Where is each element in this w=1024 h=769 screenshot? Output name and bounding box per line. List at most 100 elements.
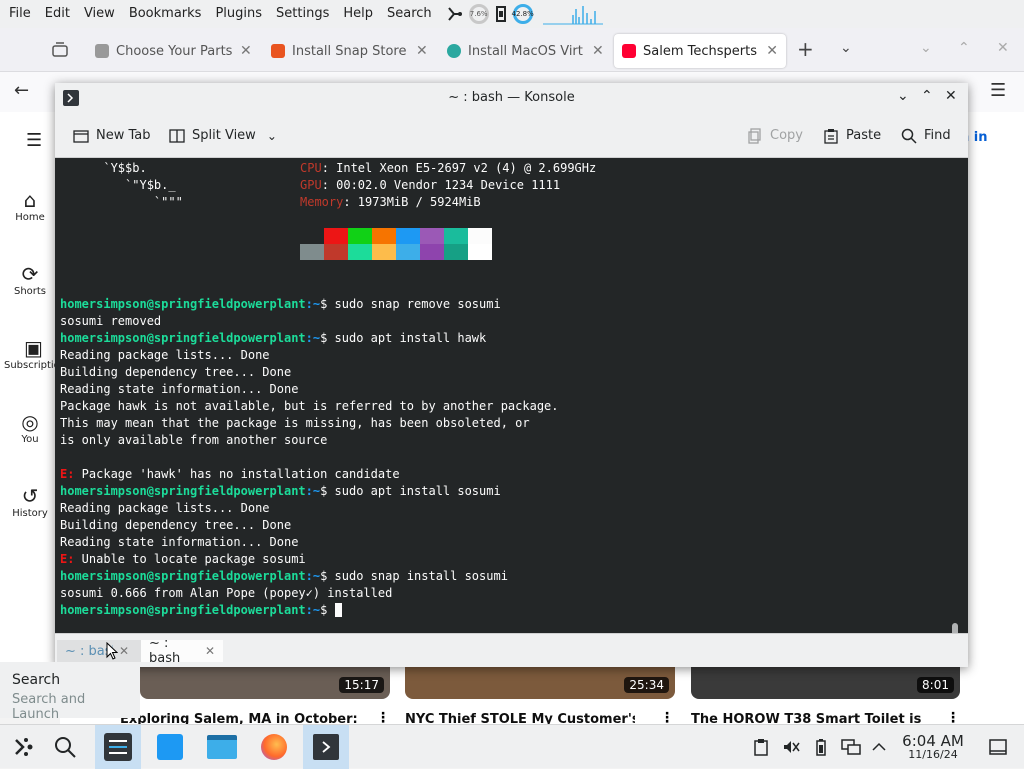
show-desktop-icon[interactable] [986, 725, 1010, 769]
terminal-cursor [334, 603, 342, 617]
menu-help[interactable]: Help [336, 0, 380, 28]
konsole-tab[interactable]: ~ : bash ✕ [141, 636, 223, 666]
sidebar-item-shorts[interactable]: ⟳ Shorts [0, 262, 60, 297]
sidebar-item-home[interactable]: ⌂ Home [0, 188, 60, 223]
minimize-icon[interactable]: ⌄ [920, 40, 932, 56]
copy-button[interactable]: Copy [747, 113, 803, 158]
chevron-down-icon: ⌄ [266, 128, 277, 143]
prompt-user: homersimpson@springfieldpowerplant [60, 331, 306, 345]
chevron-up-icon[interactable] [868, 725, 890, 769]
video-thumbnail[interactable]: 25:34 [405, 663, 675, 699]
output-line: Reading package lists... Done [60, 348, 270, 362]
minimize-icon[interactable]: ⌄ [897, 88, 909, 104]
konsole-tab-bar: ~ : bash ✕ ~ : bash ✕ [55, 633, 968, 667]
hamburger-menu-icon[interactable]: ☰ [990, 80, 1006, 101]
application-launcher-icon[interactable] [0, 725, 46, 769]
system-settings-icon[interactable] [95, 725, 141, 769]
network-icon[interactable] [445, 0, 463, 28]
browser-tab-choose-your-parts[interactable]: Choose Your Parts ✕ [95, 34, 265, 68]
browser-tab-salem-techsperts[interactable]: Salem Techsperts ✕ [614, 34, 786, 68]
close-icon[interactable]: ✕ [592, 43, 604, 59]
close-icon[interactable]: ✕ [205, 644, 215, 658]
youtube-sidebar: ☰ ⌂ Home ⟳ Shorts ▣ Subscriptio ◎ You ↺ … [0, 112, 60, 662]
youtube-favicon-icon [622, 44, 636, 58]
cpu-monitor[interactable]: 7.6% [468, 0, 489, 28]
clipboard-icon[interactable] [750, 725, 772, 769]
tab-favicon-icon [447, 44, 461, 58]
menu-edit[interactable]: Edit [38, 0, 77, 28]
konsole-titlebar[interactable]: ~ : bash — Konsole ⌄ ⌃ ✕ [55, 83, 968, 113]
sidebar-item-you[interactable]: ◎ You [0, 410, 60, 445]
color-swatch [300, 244, 324, 260]
chevron-down-icon[interactable]: ⌄ [840, 40, 852, 56]
volume-muted-icon[interactable] [780, 725, 802, 769]
prompt-command: $ [320, 603, 335, 617]
browser-tab-bar: Choose Your Parts ✕ Install Snap Store ✕… [0, 28, 1024, 72]
split-view-icon [169, 128, 185, 143]
network-graph[interactable] [542, 0, 603, 28]
color-swatch [468, 228, 492, 244]
prompt-user: homersimpson@springfieldpowerplant [60, 484, 306, 498]
memory-monitor[interactable]: 42.8% [512, 0, 534, 28]
file-manager-icon[interactable] [199, 725, 245, 769]
terminal-output[interactable]: `Y$$b. `"Y$b._ `""" CPU: Intel Xeon E5-2… [55, 158, 968, 633]
video-thumbnail[interactable]: 8:01 [691, 663, 960, 699]
menu-view[interactable]: View [77, 0, 122, 28]
close-icon[interactable]: ✕ [766, 43, 778, 59]
maximize-icon[interactable]: ⌃ [958, 40, 970, 56]
copy-icon [748, 127, 761, 144]
maximize-icon[interactable]: ⌃ [921, 88, 933, 104]
browser-tab-install-snap-store[interactable]: Install Snap Store ✕ [271, 34, 441, 68]
output-line: sosumi removed [60, 314, 162, 328]
close-icon[interactable]: ✕ [240, 43, 252, 59]
new-tab-button[interactable]: + [797, 37, 814, 61]
close-icon[interactable]: ✕ [416, 43, 428, 59]
search-icon[interactable] [42, 725, 88, 769]
prompt-command: $ sudo apt install hawk [320, 331, 487, 345]
memory-icon[interactable] [495, 0, 507, 28]
color-swatch [324, 228, 348, 244]
prompt-path: :~ [305, 569, 321, 583]
network-wired-icon[interactable] [838, 725, 864, 769]
prompt-line: homersimpson@springfieldpowerplant:~$ su… [60, 330, 486, 347]
firefox-icon[interactable] [251, 725, 297, 769]
menu-search[interactable]: Search [380, 0, 439, 28]
menu-bookmarks[interactable]: Bookmarks [122, 0, 209, 28]
sidebar-item-history[interactable]: ↺ History [0, 484, 60, 519]
prompt-command: $ sudo snap install sosumi [320, 569, 508, 583]
discover-store-icon[interactable] [147, 725, 193, 769]
output-line: Building dependency tree... Done [60, 518, 292, 532]
color-swatch [420, 228, 444, 244]
paste-button[interactable]: Paste [823, 113, 881, 158]
video-thumbnail[interactable]: 15:17 [140, 663, 390, 699]
window-title: ~ : bash — Konsole [448, 90, 575, 105]
browser-tab-install-macos[interactable]: Install MacOS Virt ✕ [447, 34, 617, 68]
close-icon[interactable]: ✕ [119, 644, 129, 658]
scrollbar[interactable] [952, 623, 958, 633]
battery-icon[interactable] [810, 725, 832, 769]
mouse-cursor-icon [106, 642, 118, 660]
close-window-icon[interactable]: ✕ [997, 40, 1009, 56]
menu-file[interactable]: File [0, 0, 38, 28]
tab-overview-icon[interactable] [51, 42, 69, 62]
back-arrow-icon[interactable]: ← [14, 80, 29, 101]
menu-settings[interactable]: Settings [269, 0, 336, 28]
prompt-line: homersimpson@springfieldpowerplant:~$ su… [60, 483, 501, 500]
video-duration: 8:01 [917, 677, 954, 693]
history-icon: ↺ [21, 484, 39, 508]
menu-plugins[interactable]: Plugins [208, 0, 269, 28]
hamburger-menu-icon[interactable]: ☰ [26, 130, 42, 151]
error-prefix: E: [60, 552, 75, 566]
search-launcher[interactable]: Search Search and Launch [0, 662, 140, 722]
close-icon[interactable]: ✕ [945, 88, 957, 104]
split-view-button[interactable]: Split View ⌄ [169, 113, 277, 158]
find-button[interactable]: Find [901, 113, 951, 158]
clock[interactable]: 6:04 AM 11/16/24 [896, 725, 970, 769]
prompt-line: homersimpson@springfieldpowerplant:~$ [60, 602, 342, 619]
neofetch-art-line: `"Y$b._ [60, 178, 176, 192]
new-tab-button[interactable]: New Tab [73, 113, 151, 158]
konsole-taskbar-icon[interactable] [303, 725, 349, 769]
konsole-tab[interactable]: ~ : bash ✕ [57, 640, 141, 662]
neofetch-art-line: `Y$$b. [60, 161, 147, 175]
prompt-command: $ sudo snap remove sosumi [320, 297, 501, 311]
